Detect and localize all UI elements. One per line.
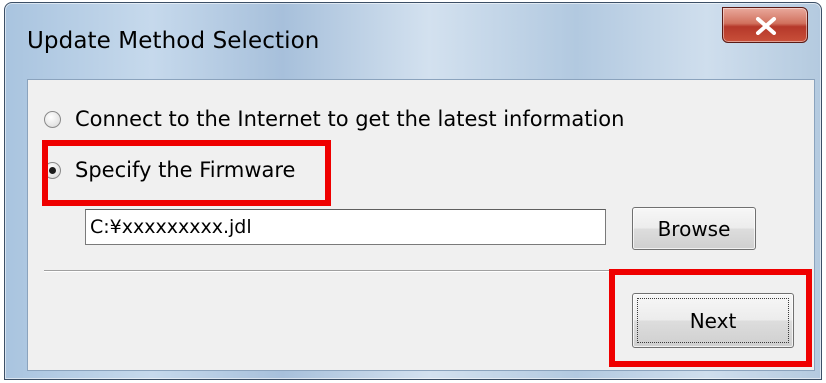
browse-button-label: Browse bbox=[657, 216, 731, 241]
close-button[interactable] bbox=[722, 7, 808, 43]
window-title: Update Method Selection bbox=[27, 28, 320, 54]
option-connect-internet-label: Connect to the Internet to get the lates… bbox=[75, 107, 625, 131]
dialog-window: Update Method Selection Connect to the I… bbox=[4, 2, 822, 380]
dialog-body: Connect to the Internet to get the lates… bbox=[27, 79, 815, 371]
title-bar[interactable]: Update Method Selection bbox=[5, 3, 821, 79]
highlight-box-firmware-option bbox=[42, 140, 331, 206]
browse-button[interactable]: Browse bbox=[632, 207, 756, 250]
highlight-box-next-button bbox=[609, 269, 812, 367]
option-connect-internet[interactable]: Connect to the Internet to get the lates… bbox=[44, 104, 624, 134]
close-x-icon bbox=[756, 17, 776, 35]
firmware-path-input[interactable] bbox=[85, 209, 606, 245]
radio-connect-internet[interactable] bbox=[44, 110, 61, 128]
